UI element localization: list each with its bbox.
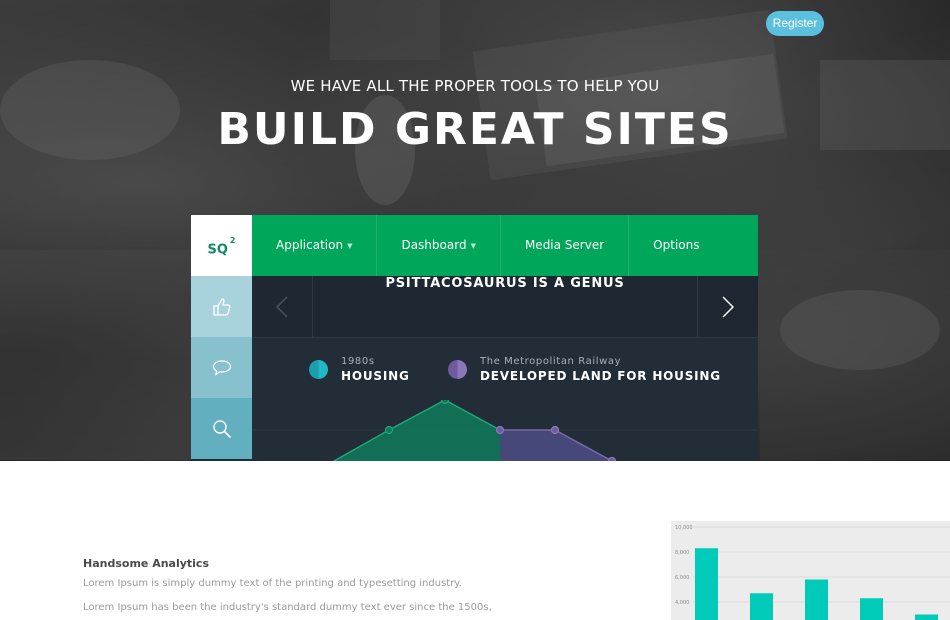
bar-chart-panel: 10,000 8,000 6,000 4,000 <box>671 521 950 620</box>
nav-item-options[interactable]: Options <box>629 215 723 276</box>
register-button[interactable]: Register <box>766 11 824 36</box>
feature-text-line: Lorem Ipsum has been the industry's stan… <box>83 602 492 613</box>
legend-title: HOUSING <box>341 368 410 383</box>
feature-title: Handsome Analytics <box>83 557 209 570</box>
speech-bubble-icon <box>212 359 231 375</box>
slider-prev-button[interactable] <box>252 276 313 338</box>
bar-chart-bar <box>860 598 883 620</box>
bar-chart-tick-label: 10,000 <box>675 525 693 531</box>
nav-item-media-server[interactable]: Media Server <box>501 215 630 276</box>
legend-marker <box>309 359 328 379</box>
bar-chart-bar <box>915 614 938 620</box>
legend-title: DEVELOPED LAND FOR HOUSING <box>480 368 721 383</box>
slider-title: PSITTACOSAURUS IS A GENUS <box>385 276 625 291</box>
app-logo-text: SQ <box>207 242 228 258</box>
chart-point <box>440 400 450 405</box>
sidebar-button-comments[interactable] <box>191 337 252 398</box>
chevron-left-icon <box>276 296 288 318</box>
nav-item-label: Dashboard <box>401 238 467 252</box>
bar-chart-bar <box>805 579 828 620</box>
search-icon <box>212 419 231 438</box>
slider-next-button[interactable] <box>697 276 758 338</box>
chart-point <box>384 425 394 435</box>
feature-text-line: Lorem Ipsum is simply dummy text of the … <box>83 578 462 589</box>
app-logo[interactable]: SQ2 <box>191 215 252 276</box>
legend-subtitle: 1980s <box>341 355 375 367</box>
chart-point <box>550 425 560 435</box>
nav-item-dashboard[interactable]: Dashboard ▼ <box>377 215 501 276</box>
bar-chart: 10,000 8,000 6,000 4,000 <box>675 525 950 620</box>
bar-chart-tick-label: 4,000 <box>675 600 689 606</box>
bar-chart-bar <box>750 593 773 620</box>
slider-bar: PSITTACOSAURUS IS A GENUS <box>252 276 758 338</box>
legend-item-housing: 1980s HOUSING <box>309 338 410 400</box>
chart-point <box>607 456 617 461</box>
chevron-down-icon: ▼ <box>347 242 353 250</box>
hero-section: Register WE HAVE ALL THE PROPER TOOLS TO… <box>0 0 950 461</box>
hero-kicker: WE HAVE ALL THE PROPER TOOLS TO HELP YOU <box>290 77 660 95</box>
app-top-nav: Application ▼ Dashboard ▼ Media Server Opt… <box>252 215 758 276</box>
thumbs-up-icon <box>212 297 230 316</box>
chevron-right-icon <box>722 296 734 318</box>
area-chart-svg <box>252 400 758 461</box>
bar-chart-bar <box>695 548 718 620</box>
area-chart <box>252 400 758 461</box>
nav-item-label: Application <box>276 238 344 252</box>
chart-legend: 1980s HOUSING The Metropolitan Railway D… <box>252 338 758 400</box>
nav-item-label: Options <box>653 238 700 252</box>
bar-chart-tick-label: 8,000 <box>675 550 689 556</box>
chevron-down-icon: ▼ <box>470 242 476 250</box>
legend-marker <box>448 359 467 379</box>
app-logo-superscript: 2 <box>229 236 236 245</box>
chart-point <box>495 425 505 435</box>
nav-item-application[interactable]: Application ▼ <box>252 215 378 276</box>
nav-item-label: Media Server <box>524 238 605 252</box>
legend-item-developed-land: The Metropolitan Railway DEVELOPED LAND … <box>448 338 721 400</box>
bar-chart-tick-label: 6,000 <box>675 575 689 581</box>
sidebar-button-search[interactable] <box>191 398 252 459</box>
hero-title: BUILD GREAT SITES <box>217 104 733 155</box>
app-dashboard-mockup: SQ2 Application ▼ Dashboard ▼ Media Server… <box>191 215 758 461</box>
legend-subtitle: The Metropolitan Railway <box>480 355 622 367</box>
app-sidebar <box>191 276 252 459</box>
sidebar-button-like[interactable] <box>191 276 252 337</box>
area-series-developed-land <box>500 430 612 461</box>
